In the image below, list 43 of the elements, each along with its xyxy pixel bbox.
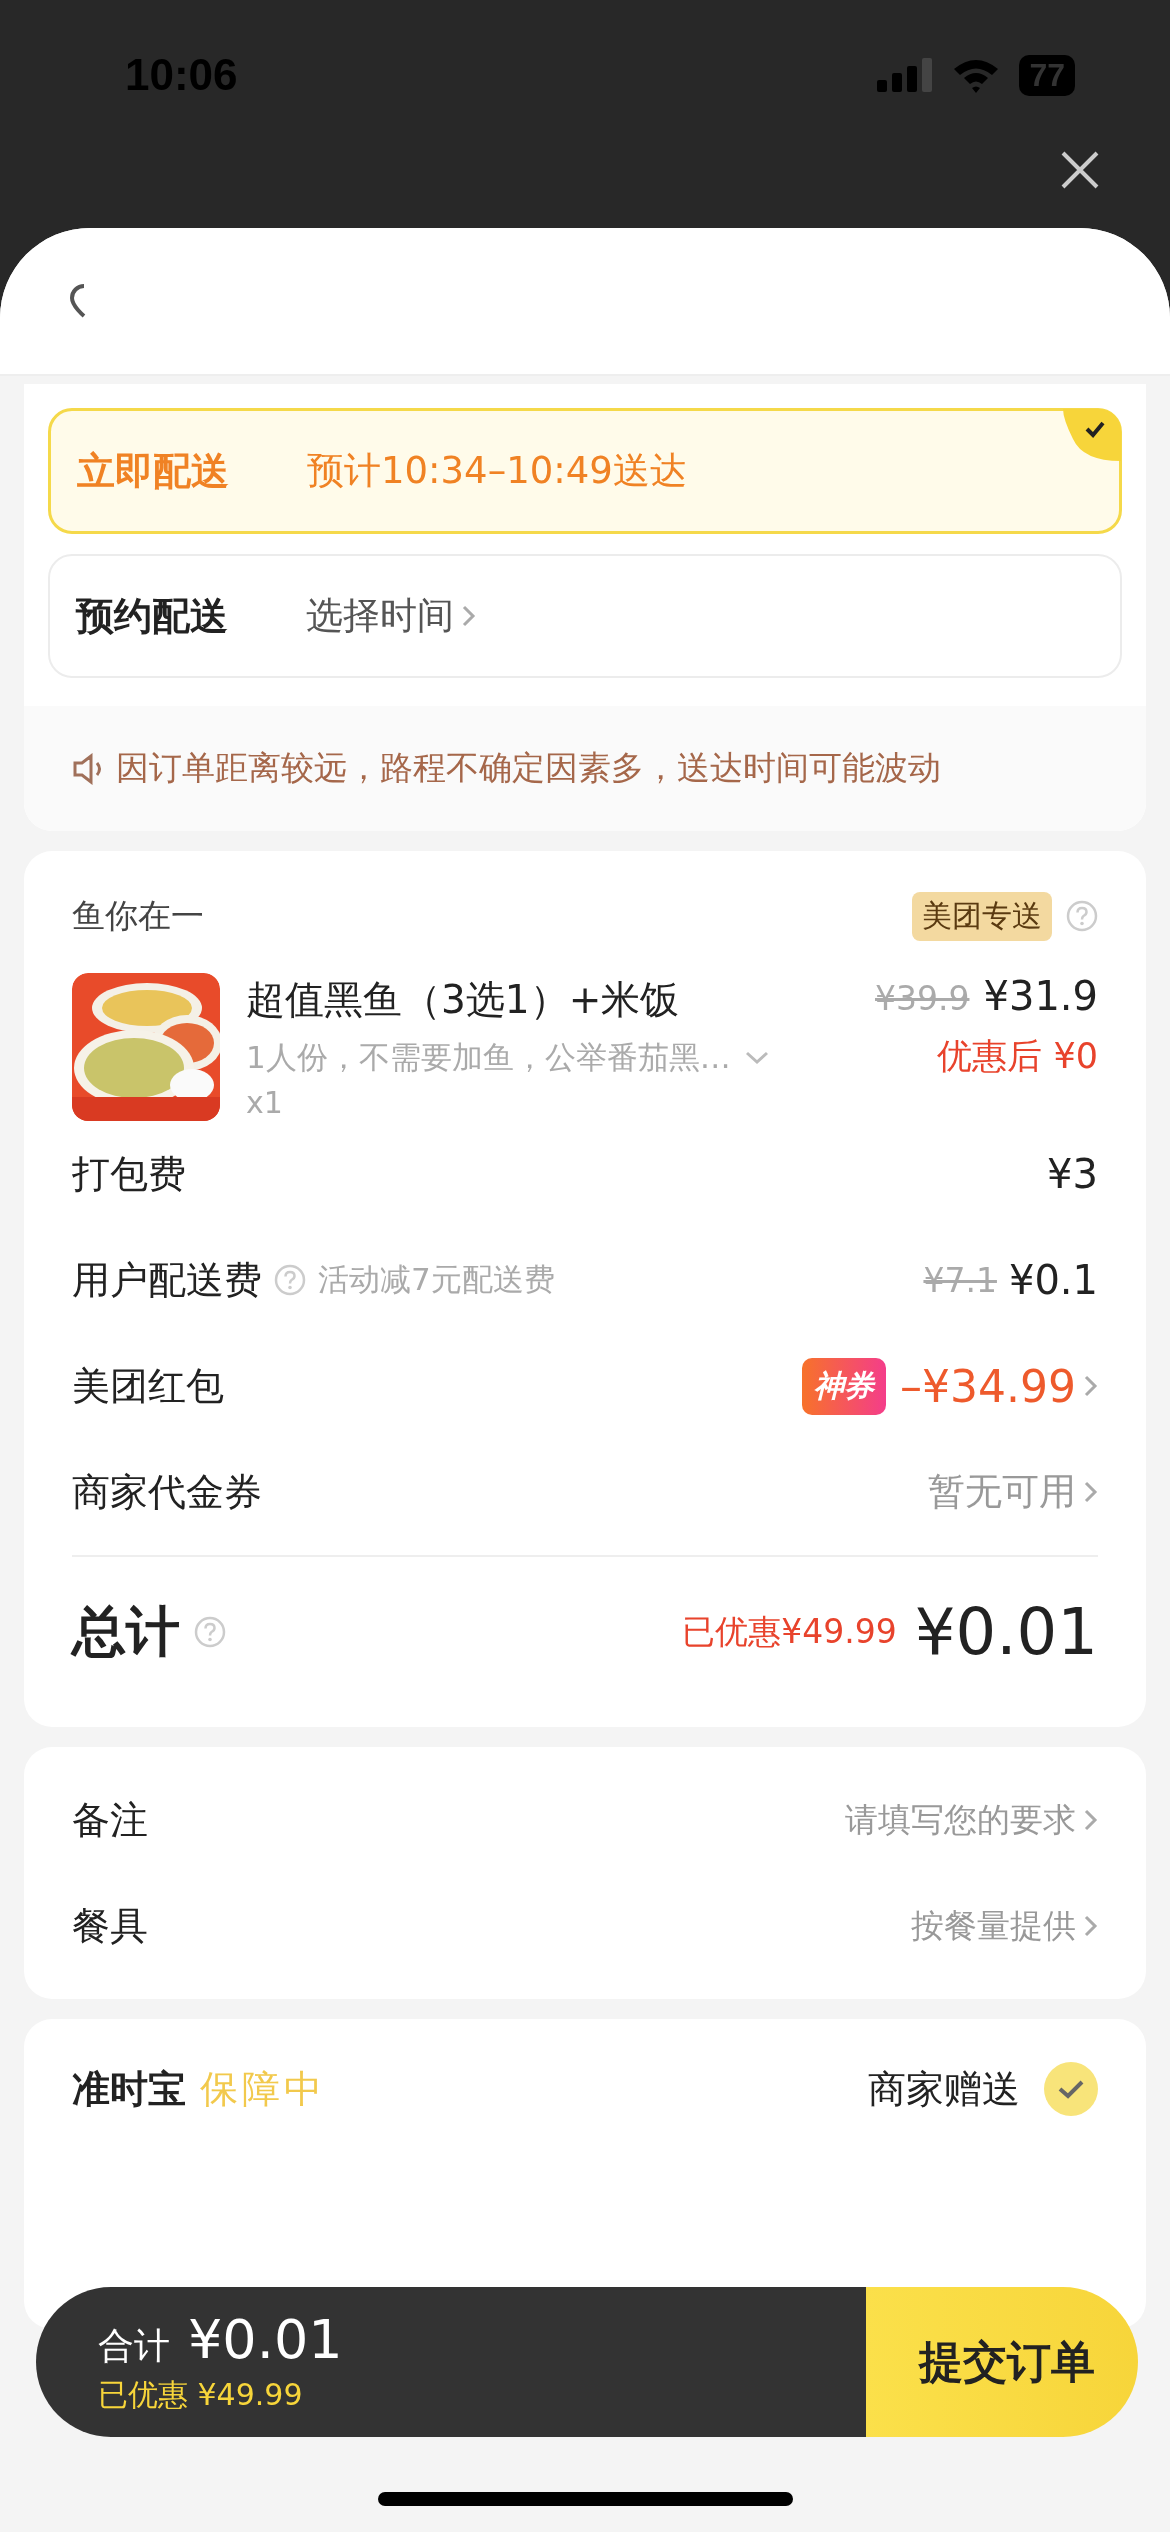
chevron-icon [1084, 1808, 1098, 1832]
delivery-option[interactable]: 预约配送 选择时间 [48, 554, 1122, 678]
fee-note: 活动减7元配送费 [318, 1260, 555, 1299]
item-quantity: x1 [246, 1085, 284, 1120]
help-icon[interactable] [194, 1616, 226, 1648]
item-price: ¥31.9 [983, 973, 1098, 1019]
original-fee: ¥7.1 [923, 1260, 997, 1300]
delivery-badge: 美团专送 [912, 891, 1052, 941]
fee-amount: ¥0.1 [1008, 1257, 1098, 1303]
help-icon[interactable] [1066, 900, 1098, 932]
item-name: 超值黑鱼（3选1）+米饭 [246, 976, 681, 1024]
guarantee-title: 准时宝 [72, 2065, 186, 2113]
close-icon[interactable] [1060, 150, 1100, 190]
fee-label: 打包费 [72, 1150, 186, 1198]
guarantee-status: 保障中 [200, 2065, 326, 2113]
total-label: 总计 [72, 1598, 180, 1665]
original-price: ¥39.9 [875, 979, 970, 1018]
store-name: 鱼你在一 [72, 894, 205, 937]
chevron-icon [462, 604, 476, 628]
item-spec: 1人份，不需要加鱼，公举番茄黑… [246, 1038, 731, 1077]
total-amount: ¥0.01 [914, 1595, 1098, 1669]
fee-label: 美团红包 [72, 1362, 224, 1410]
chevron-icon [1084, 1374, 1098, 1398]
signal-icon [877, 58, 934, 92]
delivery-notice: 因订单距离较远，路程不确定因素多，送达时间可能波动 [116, 747, 941, 789]
location-icon [70, 284, 86, 318]
guarantee-option: 商家赠送 [868, 2063, 1020, 2115]
fee-label: 用户配送费 [72, 1256, 262, 1304]
total-savings: 已优惠 ¥49.99 [98, 2376, 304, 2414]
checkbox[interactable] [1044, 2062, 1098, 2116]
total-amount: ¥0.01 [188, 2308, 343, 2371]
help-icon[interactable] [274, 1264, 306, 1296]
fee-amount: ¥3 [1047, 1151, 1098, 1197]
discounted-price: 优惠后 ¥0 [937, 1035, 1098, 1078]
coupon-tag: 神券 [802, 1357, 887, 1415]
total-savings: 已优惠¥49.99 [682, 1610, 897, 1653]
submit-order-button[interactable]: 提交订单 [866, 2287, 1138, 2437]
chevron-icon [1084, 1480, 1098, 1504]
chevron-icon [1084, 1914, 1098, 1938]
total-label: 合计 [98, 2324, 170, 2368]
checkmark-icon [1063, 409, 1121, 461]
fee-label: 商家代金券 [72, 1468, 262, 1516]
expand-icon[interactable] [744, 1051, 769, 1065]
